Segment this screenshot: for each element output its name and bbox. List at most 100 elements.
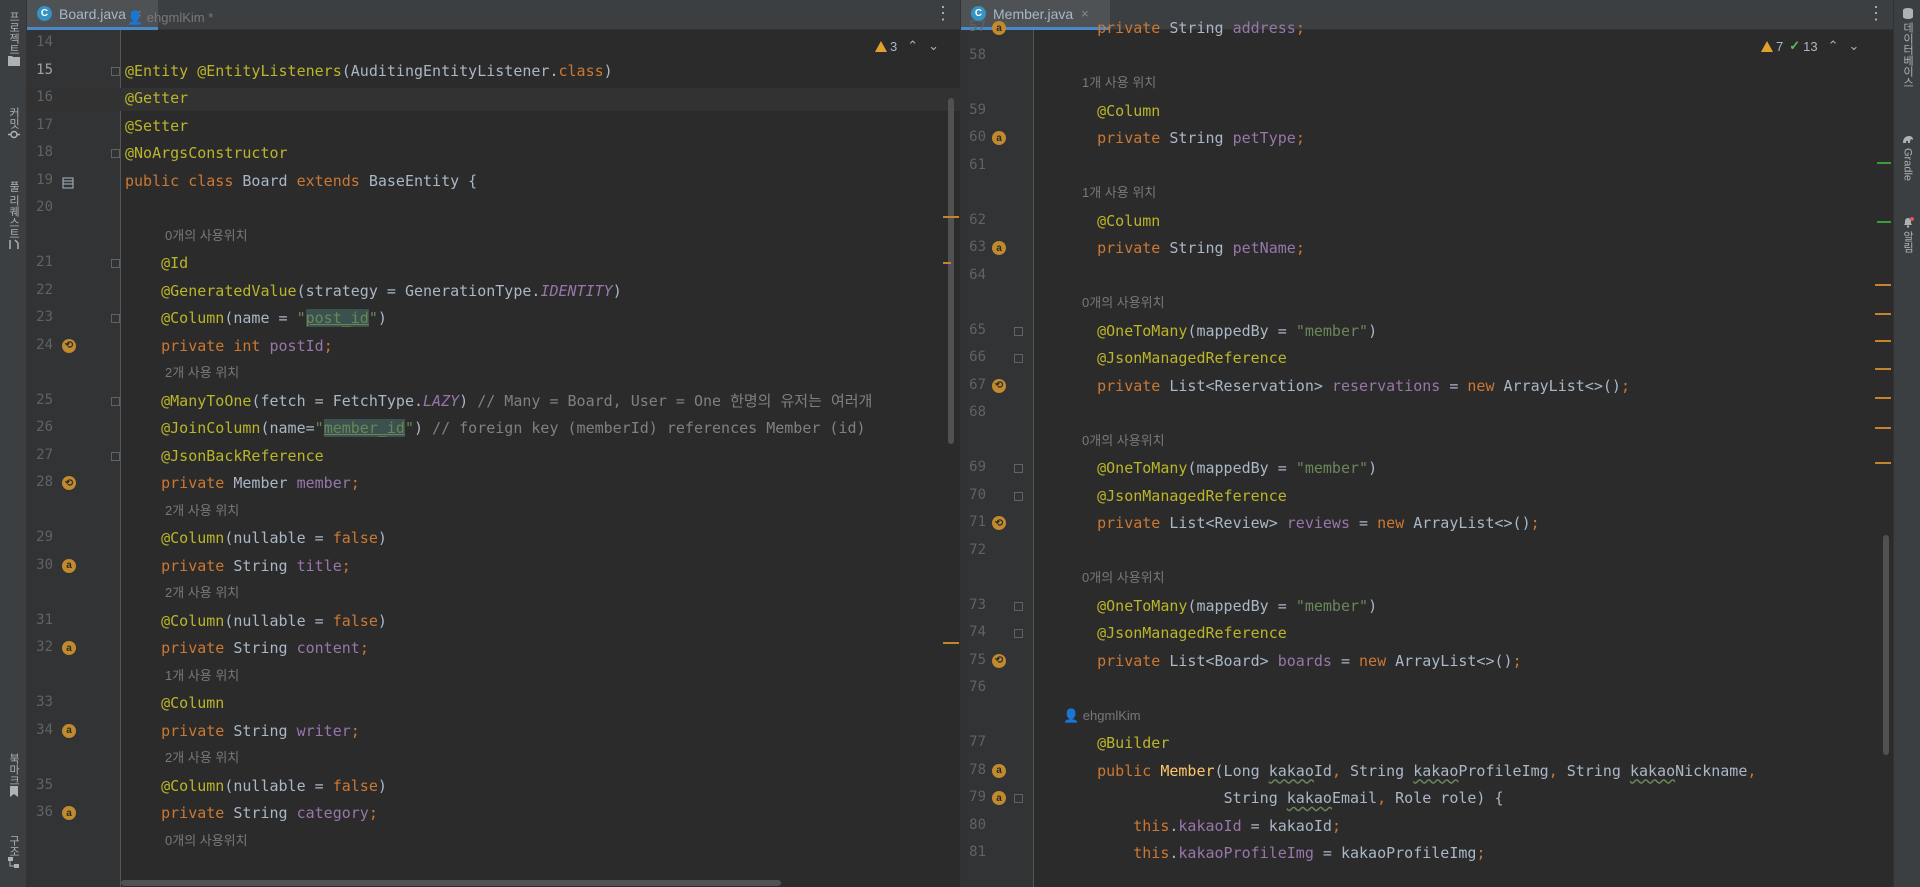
code-line[interactable]: @Column — [1061, 100, 1160, 122]
code-line[interactable]: @JsonManagedReference — [1061, 622, 1287, 644]
fold-marker-icon[interactable] — [1014, 491, 1023, 501]
code-line[interactable]: @OneToMany(mappedBy = "member") — [1061, 457, 1377, 479]
warning-stripe[interactable] — [1875, 340, 1891, 342]
code-line[interactable]: @JsonManagedReference — [1061, 347, 1287, 369]
warning-stripe[interactable] — [1875, 284, 1891, 286]
usages-hint[interactable]: 2개 사용 위치 — [165, 747, 239, 769]
entity-table-icon[interactable] — [62, 174, 74, 188]
code-line[interactable]: private String petName; — [1061, 237, 1305, 259]
accessor-gutter-icon[interactable]: a — [992, 791, 1006, 805]
code-line[interactable]: public class Board extends BaseEntity { — [125, 170, 477, 192]
more-options-icon[interactable]: ⋮ — [934, 4, 952, 22]
toolwindow-pull-requests[interactable]: 풀 리퀘스트 — [0, 178, 27, 250]
accessor-gutter-icon[interactable]: a — [992, 241, 1006, 255]
usages-hint[interactable]: 0개의 사용위치 — [1082, 567, 1165, 589]
fold-marker-icon[interactable] — [1014, 794, 1023, 803]
warning-stripe[interactable] — [1875, 368, 1891, 370]
usages-hint[interactable]: 0개의 사용위치 — [1082, 292, 1165, 314]
inspection-widget[interactable]: 7 ✓ 13 ⌃ ⌄ — [1761, 38, 1859, 54]
code-line[interactable]: private String content; — [125, 637, 369, 659]
usages-hint[interactable]: 2개 사용 위치 — [165, 500, 239, 522]
code-line[interactable]: @Id — [125, 252, 188, 274]
fold-marker-icon[interactable] — [111, 259, 120, 268]
fold-marker-icon[interactable] — [1014, 464, 1023, 473]
chevron-up-icon[interactable]: ⌃ — [907, 38, 918, 54]
code-line[interactable]: @Entity @EntityListeners(AuditingEntityL… — [125, 60, 613, 82]
vertical-scrollbar[interactable] — [1883, 535, 1889, 755]
usages-hint[interactable]: 2개 사용 위치 — [165, 582, 239, 604]
code-line[interactable]: private String category; — [125, 802, 378, 824]
code-line[interactable]: @GeneratedValue(strategy = GenerationTyp… — [125, 280, 622, 302]
fold-marker-icon[interactable] — [1014, 354, 1023, 363]
code-line[interactable]: @Column — [1061, 210, 1160, 232]
warning-stripe[interactable] — [1875, 313, 1891, 315]
code-line[interactable]: @Setter — [125, 115, 188, 137]
warning-stripe[interactable] — [943, 262, 951, 264]
chevron-down-icon[interactable]: ⌄ — [1849, 38, 1860, 54]
fold-marker-icon[interactable] — [111, 66, 120, 76]
code-line[interactable]: @JsonManagedReference — [1061, 485, 1287, 507]
usages-hint[interactable]: 1개 사용 위치 — [1082, 72, 1156, 94]
warning-stripe[interactable] — [1875, 397, 1891, 399]
usages-hint[interactable]: 1개 사용 위치 — [165, 665, 239, 687]
code-line[interactable]: @Column — [125, 692, 224, 714]
code-editor[interactable]: 57 private String address; a 58 1개 사용 위치 59 … — [961, 19, 1893, 887]
fold-marker-icon[interactable] — [1014, 629, 1023, 638]
toolwindow-notifications[interactable]: 알림 — [1894, 217, 1920, 253]
code-line[interactable]: this.kakaoId = kakaoId; — [1061, 815, 1341, 837]
code-line[interactable]: @Column(nullable = false) — [125, 527, 387, 549]
author-hint[interactable]: 👤 ehgmlKim * — [127, 7, 213, 29]
toolwindow-database[interactable]: 데이터베이스 — [1894, 8, 1920, 88]
accessor-gutter-icon[interactable]: a — [62, 723, 76, 738]
accessor-gutter-icon[interactable]: a — [992, 21, 1006, 35]
code-line[interactable]: private List<Reservation> reservations =… — [1061, 375, 1630, 397]
horizontal-scrollbar[interactable] — [121, 880, 781, 886]
code-line[interactable]: @JsonBackReference — [125, 445, 324, 467]
code-line[interactable]: private List<Review> reviews = new Array… — [1061, 512, 1540, 534]
code-line[interactable]: @OneToMany(mappedBy = "member") — [1061, 320, 1377, 342]
relationship-gutter-icon[interactable]: ⟲ — [992, 516, 1006, 530]
warning-stripe[interactable] — [1875, 427, 1891, 429]
more-options-icon[interactable]: ⋮ — [1867, 4, 1885, 22]
code-line[interactable]: @Getter — [125, 87, 188, 109]
usages-hint[interactable]: 0개의 사용위치 — [165, 830, 248, 852]
relationship-gutter-icon[interactable]: ⟲ — [992, 378, 1006, 393]
code-line[interactable]: @JoinColumn(name="member_id") // foreign… — [125, 417, 866, 439]
code-line[interactable]: this.kakaoProfileImg = kakaoProfileImg; — [1061, 842, 1485, 864]
warning-stripe[interactable] — [1875, 462, 1891, 464]
change-stripe[interactable] — [1877, 221, 1891, 223]
relationship-gutter-icon[interactable]: ⟲ — [62, 338, 76, 353]
accessor-gutter-icon[interactable]: a — [992, 763, 1006, 778]
code-line[interactable]: @Column(name = "post_id") — [125, 307, 387, 329]
relationship-gutter-icon[interactable]: ⟲ — [62, 476, 76, 490]
code-line[interactable]: @Column(nullable = false) — [125, 610, 387, 632]
toolwindow-gradle[interactable]: Gradle — [1894, 134, 1920, 181]
code-line[interactable]: String kakaoEmail, Role role) { — [1061, 787, 1504, 809]
usages-hint[interactable]: 0개의 사용위치 — [1082, 430, 1165, 452]
accessor-gutter-icon[interactable]: a — [62, 641, 76, 655]
toolwindow-project[interactable]: 프로젝트 — [0, 8, 27, 66]
accessor-gutter-icon[interactable]: a — [62, 558, 76, 573]
warning-stripe[interactable] — [943, 216, 959, 218]
fold-marker-icon[interactable] — [1014, 326, 1023, 336]
inspection-widget[interactable]: 3 ⌃ ⌄ — [875, 38, 939, 54]
warning-stripe[interactable] — [943, 642, 959, 644]
code-line[interactable]: private int postId; — [125, 335, 333, 357]
code-line[interactable]: private Member member; — [125, 472, 360, 494]
code-line[interactable]: public Member(Long kakaoId, String kakao… — [1061, 760, 1756, 782]
code-line[interactable]: @ManyToOne(fetch = FetchType.LAZY) // Ma… — [125, 390, 872, 412]
relationship-gutter-icon[interactable]: ⟲ — [992, 653, 1006, 668]
code-line[interactable]: @NoArgsConstructor — [125, 142, 288, 164]
accessor-gutter-icon[interactable]: a — [62, 806, 76, 820]
accessor-gutter-icon[interactable]: a — [992, 131, 1006, 145]
code-editor[interactable]: 14 15 @Entity @EntityListeners(AuditingEnt… — [27, 10, 960, 887]
code-line[interactable]: private List<Board> boards = new ArrayLi… — [1061, 650, 1521, 672]
chevron-up-icon[interactable]: ⌃ — [1828, 38, 1839, 54]
vertical-scrollbar[interactable] — [948, 98, 954, 444]
fold-marker-icon[interactable] — [111, 396, 120, 406]
change-stripe[interactable] — [1877, 162, 1891, 164]
toolwindow-structure[interactable]: 구조 — [0, 832, 27, 868]
fold-marker-icon[interactable] — [1014, 601, 1023, 611]
code-line[interactable]: private String title; — [125, 555, 351, 577]
usages-hint[interactable]: 2개 사용 위치 — [165, 362, 239, 384]
